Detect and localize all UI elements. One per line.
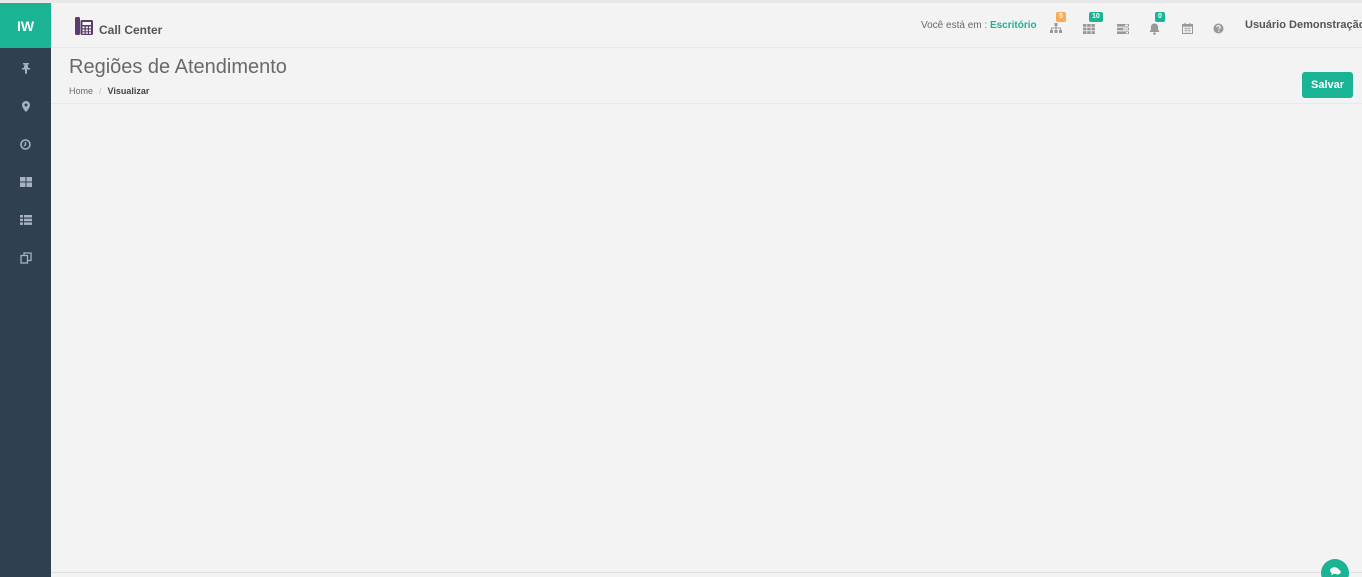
sidebar-item-copy[interactable] xyxy=(0,239,51,277)
user-menu[interactable]: Usuário Demonstração xyxy=(1245,19,1362,31)
page-title: Regiões de Atendimento xyxy=(69,56,287,78)
brand-label: Call Center xyxy=(99,23,163,37)
footer-divider xyxy=(51,572,1362,573)
current-location: Você está em : Escritório xyxy=(921,20,1037,31)
sitemap-icon xyxy=(1050,23,1062,33)
breadcrumb-home[interactable]: Home xyxy=(69,86,93,96)
modules-button[interactable]: 10 xyxy=(1083,12,1103,34)
th-icon xyxy=(1083,24,1095,34)
pin-icon xyxy=(21,63,30,74)
sidebar-item-location[interactable] xyxy=(0,87,51,125)
question-circle-icon xyxy=(1213,23,1224,34)
clock-icon xyxy=(20,138,31,150)
main-content xyxy=(51,104,1362,572)
location-link[interactable]: Escritório xyxy=(990,20,1037,31)
notifications-badge: 0 xyxy=(1155,12,1165,22)
bell-icon xyxy=(1149,23,1160,35)
location-prefix: Você está em : xyxy=(921,20,988,31)
breadcrumb: Home / Visualizar xyxy=(69,86,149,96)
hierarchy-badge: 5 xyxy=(1056,12,1066,22)
breadcrumb-separator: / xyxy=(99,86,102,96)
hierarchy-button[interactable]: 5 xyxy=(1050,12,1066,34)
list-icon xyxy=(19,215,32,225)
calendar-button[interactable] xyxy=(1182,20,1196,34)
app-logo[interactable]: IW xyxy=(0,3,51,48)
page-heading: Regiões de Atendimento Home / Visualizar S… xyxy=(51,48,1362,104)
breadcrumb-current: Visualizar xyxy=(107,86,150,96)
sidebar-item-pin[interactable] xyxy=(0,49,51,87)
phone-icon xyxy=(75,17,93,35)
call-center-brand[interactable]: Call Center xyxy=(73,15,162,37)
help-button[interactable] xyxy=(1213,20,1227,34)
tasks-icon xyxy=(1117,24,1129,34)
tasks-button[interactable] xyxy=(1117,20,1131,34)
copy-icon xyxy=(19,252,32,264)
grid-icon xyxy=(19,177,32,187)
notifications-button[interactable]: 0 xyxy=(1149,12,1165,35)
modules-badge: 10 xyxy=(1089,12,1103,22)
chat-icon xyxy=(1329,567,1341,576)
sidebar-item-list[interactable] xyxy=(0,201,51,239)
calendar-icon xyxy=(1182,23,1193,34)
save-button[interactable]: Salvar xyxy=(1302,72,1353,98)
sidebar-item-history[interactable] xyxy=(0,125,51,163)
top-navbar: Call Center Você está em : Escritório 5 … xyxy=(51,3,1362,48)
sidebar: IW xyxy=(0,3,51,577)
sidebar-item-dashboard[interactable] xyxy=(0,163,51,201)
map-marker-icon xyxy=(21,100,30,112)
